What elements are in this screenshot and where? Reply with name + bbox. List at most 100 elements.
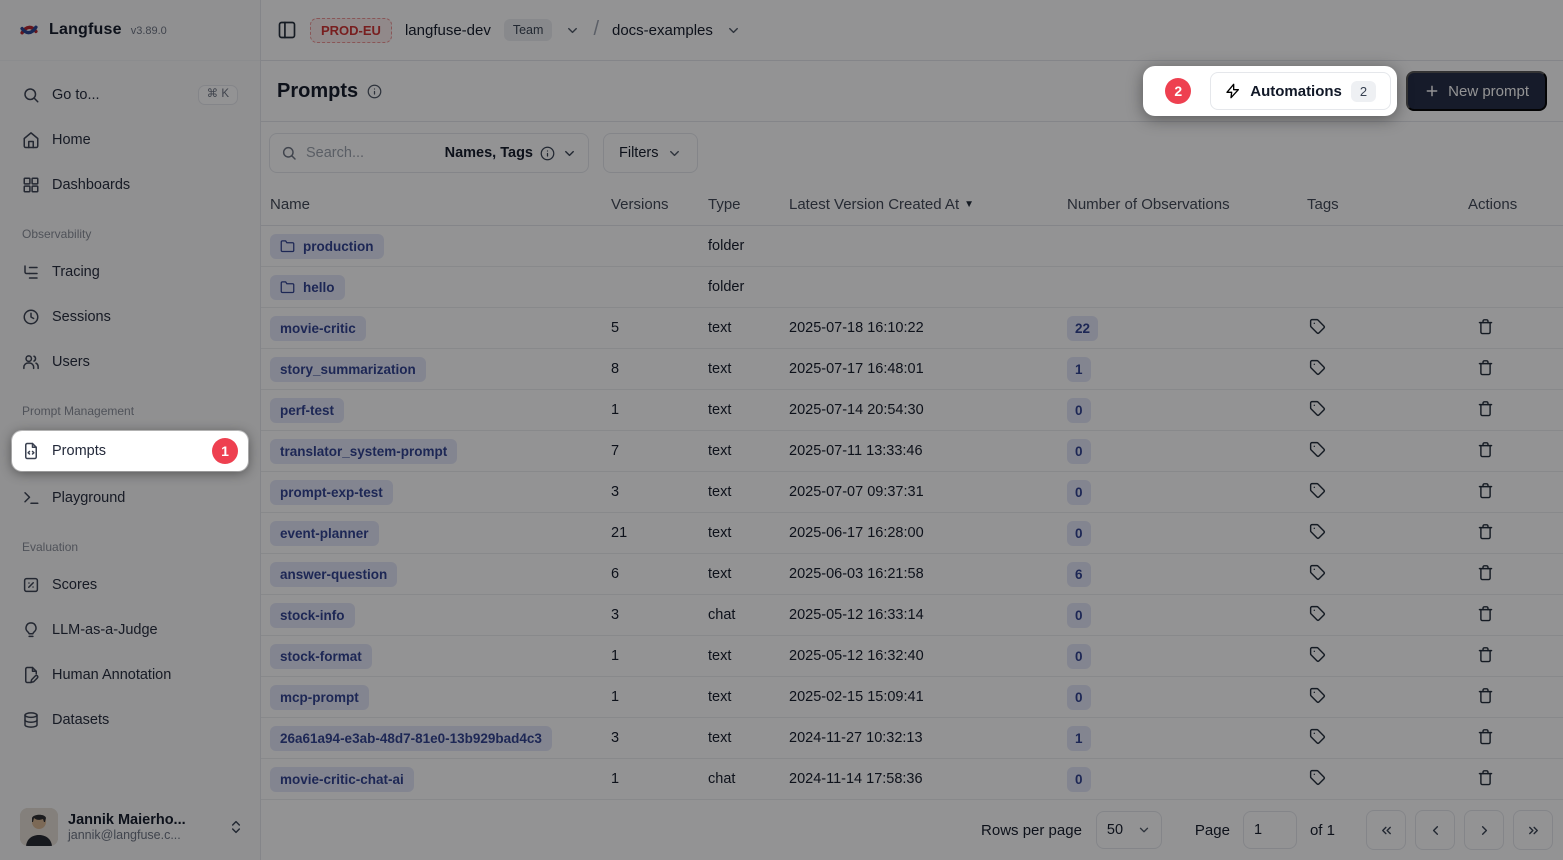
column-header-latest-version-created-at[interactable]: Latest Version Created At▼ xyxy=(789,196,1067,213)
add-tag-button[interactable] xyxy=(1309,359,1326,376)
rows-per-page-select[interactable]: 50 xyxy=(1096,811,1162,849)
table-row-mcp-prompt[interactable]: mcp-prompt 1 text 2025-02-15 15:09:41 0 xyxy=(261,677,1563,718)
table-row-26a61a94-e3ab-48d7-81e0-13b929bad4c3[interactable]: 26a61a94-e3ab-48d7-81e0-13b929bad4c3 3 t… xyxy=(261,718,1563,759)
table-row-translator-system-prompt[interactable]: translator_system-prompt 7 text 2025-07-… xyxy=(261,431,1563,472)
sidebar-item-tracing[interactable]: Tracing xyxy=(12,254,248,290)
table-row-perf-test[interactable]: perf-test 1 text 2025-07-14 20:54:30 0 xyxy=(261,390,1563,431)
next-page-button[interactable] xyxy=(1464,810,1504,850)
prompt-name-badge[interactable]: stock-info xyxy=(270,603,355,628)
add-tag-button[interactable] xyxy=(1309,318,1326,335)
prompt-name-badge[interactable]: perf-test xyxy=(270,398,344,423)
prompt-name-badge[interactable]: movie-critic xyxy=(270,316,366,341)
prompt-name-badge[interactable]: translator_system-prompt xyxy=(270,439,457,464)
prompt-name-badge[interactable]: story_summarization xyxy=(270,357,426,382)
automations-button[interactable]: Automations 2 xyxy=(1210,72,1391,110)
delete-prompt-button[interactable] xyxy=(1477,523,1494,540)
first-page-button[interactable] xyxy=(1366,810,1406,850)
observations-count-badge[interactable]: 0 xyxy=(1067,480,1091,505)
sidebar-item-dashboards[interactable]: Dashboards xyxy=(12,167,248,203)
prev-page-button[interactable] xyxy=(1415,810,1455,850)
chevron-down-icon[interactable] xyxy=(726,23,741,38)
delete-prompt-button[interactable] xyxy=(1477,564,1494,581)
prompt-name-badge[interactable]: event-planner xyxy=(270,521,379,546)
column-header-versions[interactable]: Versions xyxy=(611,196,708,213)
filters-button[interactable]: Filters xyxy=(603,133,698,173)
sidebar-item-datasets[interactable]: Datasets xyxy=(12,702,248,738)
observations-count-badge[interactable]: 1 xyxy=(1067,357,1091,382)
column-header-type[interactable]: Type xyxy=(708,196,789,213)
prompt-name-badge[interactable]: mcp-prompt xyxy=(270,685,369,710)
observations-count-badge[interactable]: 1 xyxy=(1067,726,1091,751)
page-number-input[interactable] xyxy=(1243,811,1297,849)
delete-prompt-button[interactable] xyxy=(1477,687,1494,704)
prompt-name-badge[interactable]: movie-critic-chat-ai xyxy=(270,767,414,792)
breadcrumb-project[interactable]: docs-examples xyxy=(612,22,713,39)
table-row-production[interactable]: production folder xyxy=(261,226,1563,267)
table-row-story-summarization[interactable]: story_summarization 8 text 2025-07-17 16… xyxy=(261,349,1563,390)
delete-prompt-button[interactable] xyxy=(1477,441,1494,458)
chevron-down-icon[interactable] xyxy=(565,23,580,38)
add-tag-button[interactable] xyxy=(1309,400,1326,417)
delete-prompt-button[interactable] xyxy=(1477,400,1494,417)
prompt-name-badge[interactable]: stock-format xyxy=(270,644,372,669)
delete-prompt-button[interactable] xyxy=(1477,482,1494,499)
add-tag-button[interactable] xyxy=(1309,646,1326,663)
sidebar-item-sessions[interactable]: Sessions xyxy=(12,299,248,335)
delete-prompt-button[interactable] xyxy=(1477,646,1494,663)
breadcrumb-org[interactable]: langfuse-dev xyxy=(405,22,491,39)
sidebar-item-goto[interactable]: Go to... ⌘ K xyxy=(12,77,248,113)
prompt-name-badge[interactable]: prompt-exp-test xyxy=(270,480,393,505)
observations-count-badge[interactable]: 0 xyxy=(1067,521,1091,546)
delete-prompt-button[interactable] xyxy=(1477,728,1494,745)
add-tag-button[interactable] xyxy=(1309,482,1326,499)
observations-count-badge[interactable]: 22 xyxy=(1067,316,1098,341)
observations-count-badge[interactable]: 0 xyxy=(1067,767,1091,792)
add-tag-button[interactable] xyxy=(1309,441,1326,458)
search-scope-select[interactable]: Names, Tags xyxy=(445,145,577,161)
add-tag-button[interactable] xyxy=(1309,605,1326,622)
sidebar-item-prompts[interactable]: Prompts1 xyxy=(12,431,248,471)
table-row-answer-question[interactable]: answer-question 6 text 2025-06-03 16:21:… xyxy=(261,554,1563,595)
sidebar-item-scores[interactable]: Scores xyxy=(12,567,248,603)
table-row-stock-format[interactable]: stock-format 1 text 2025-05-12 16:32:40 … xyxy=(261,636,1563,677)
add-tag-button[interactable] xyxy=(1309,728,1326,745)
folder-badge[interactable]: hello xyxy=(270,275,345,300)
table-row-movie-critic-chat-ai[interactable]: movie-critic-chat-ai 1 chat 2024-11-14 1… xyxy=(261,759,1563,800)
column-header-number-of-observations[interactable]: Number of Observations xyxy=(1067,196,1307,213)
table-row-movie-critic[interactable]: movie-critic 5 text 2025-07-18 16:10:22 … xyxy=(261,308,1563,349)
user-menu[interactable]: Jannik Maierho... jannik@langfuse.c... xyxy=(0,796,260,860)
delete-prompt-button[interactable] xyxy=(1477,769,1494,786)
add-tag-button[interactable] xyxy=(1309,769,1326,786)
folder-badge[interactable]: production xyxy=(270,234,384,259)
delete-prompt-button[interactable] xyxy=(1477,318,1494,335)
sidebar-item-home[interactable]: Home xyxy=(12,122,248,158)
observations-count-badge[interactable]: 0 xyxy=(1067,603,1091,628)
observations-count-badge[interactable]: 0 xyxy=(1067,644,1091,669)
add-tag-button[interactable] xyxy=(1309,687,1326,704)
observations-count-badge[interactable]: 0 xyxy=(1067,398,1091,423)
environment-badge[interactable]: PROD-EU xyxy=(310,18,392,43)
observations-count-badge[interactable]: 6 xyxy=(1067,562,1091,587)
prompt-name-badge[interactable]: 26a61a94-e3ab-48d7-81e0-13b929bad4c3 xyxy=(270,726,552,751)
last-page-button[interactable] xyxy=(1513,810,1553,850)
table-row-stock-info[interactable]: stock-info 3 chat 2025-05-12 16:33:14 0 xyxy=(261,595,1563,636)
delete-prompt-button[interactable] xyxy=(1477,605,1494,622)
search-input[interactable] xyxy=(306,145,436,161)
delete-prompt-button[interactable] xyxy=(1477,359,1494,376)
info-icon[interactable] xyxy=(367,84,382,99)
observations-count-badge[interactable]: 0 xyxy=(1067,685,1091,710)
add-tag-button[interactable] xyxy=(1309,564,1326,581)
sidebar-item-human-annotation[interactable]: Human Annotation xyxy=(12,657,248,693)
org-type-badge[interactable]: Team xyxy=(504,19,553,41)
table-row-event-planner[interactable]: event-planner 21 text 2025-06-17 16:28:0… xyxy=(261,513,1563,554)
sidebar-toggle-icon[interactable] xyxy=(277,20,297,40)
table-row-hello[interactable]: hello folder xyxy=(261,267,1563,308)
sidebar-item-llm-as-a-judge[interactable]: LLM-as-a-Judge xyxy=(12,612,248,648)
new-prompt-button[interactable]: New prompt xyxy=(1406,71,1547,111)
prompt-name-badge[interactable]: answer-question xyxy=(270,562,397,587)
add-tag-button[interactable] xyxy=(1309,523,1326,540)
table-row-prompt-exp-test[interactable]: prompt-exp-test 3 text 2025-07-07 09:37:… xyxy=(261,472,1563,513)
sidebar-item-users[interactable]: Users xyxy=(12,344,248,380)
observations-count-badge[interactable]: 0 xyxy=(1067,439,1091,464)
column-header-name[interactable]: Name xyxy=(270,196,611,213)
